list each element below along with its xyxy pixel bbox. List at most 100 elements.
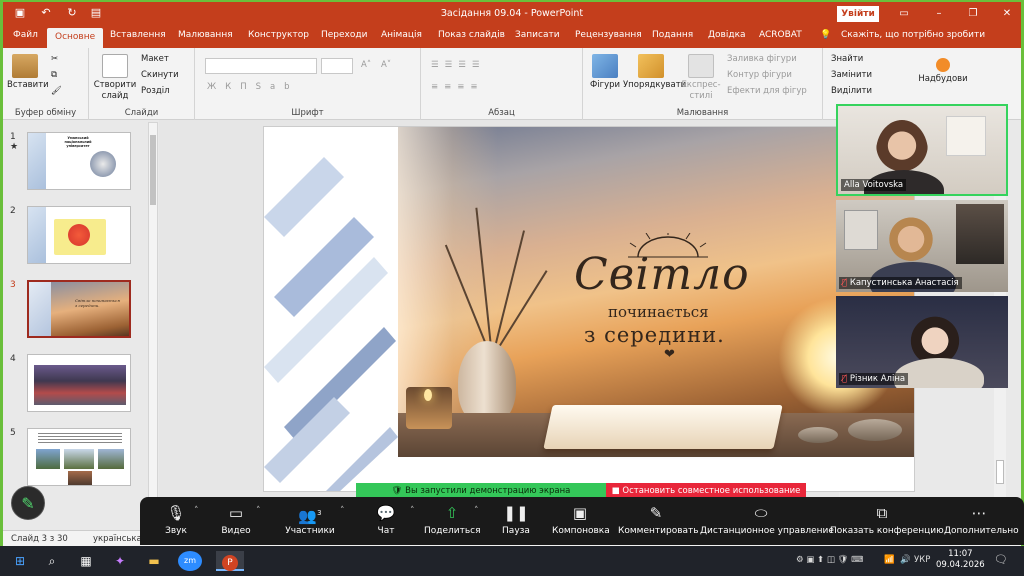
thumbnail-slide-4[interactable] xyxy=(27,354,131,412)
participants-count: 3 xyxy=(317,509,322,517)
thumb-photo xyxy=(64,449,94,469)
thumbnail-scrollbar[interactable] xyxy=(148,122,158,502)
maximize-button[interactable]: ❐ xyxy=(965,6,981,22)
font-style-icons[interactable]: ЖКПSab xyxy=(207,82,299,92)
ribbon-display-icon[interactable]: ▭ xyxy=(896,6,912,22)
new-slide-button[interactable]: Створити слайд xyxy=(93,54,137,102)
group-drawing: Фігури Упорядкувати Експрес-стилі Заливк… xyxy=(583,48,823,120)
thumbnail-slide-1[interactable]: Уманський національний університет xyxy=(27,132,131,190)
font-size-field[interactable] xyxy=(321,58,353,74)
sharing-status-text: Вы запустили демонстрацию экрана xyxy=(405,486,571,496)
tab-acrobat[interactable]: ACROBAT xyxy=(759,30,802,40)
zoom-app-icon[interactable]: zm xyxy=(178,551,202,571)
chevron-up-icon[interactable]: ˄ xyxy=(256,506,261,516)
video-tile-3[interactable]: 🎙̸ Різник Аліна xyxy=(836,296,1008,388)
paste-button[interactable]: Вставити xyxy=(7,54,49,91)
file-explorer-icon[interactable]: ▬ xyxy=(144,551,164,571)
video-button[interactable]: ▭ Видео ˄ xyxy=(216,503,260,536)
search-icon[interactable]: ⌕ xyxy=(42,551,62,571)
chevron-up-icon[interactable]: ˄ xyxy=(410,506,415,516)
shape-fill-button[interactable]: Заливка фігури xyxy=(727,54,797,64)
tell-me-search[interactable]: Скажіть, що потрібно зробити xyxy=(841,30,985,40)
close-button[interactable]: ✕ xyxy=(999,6,1015,22)
thumbnail-slide-3[interactable]: Світло починається з середини. xyxy=(27,280,131,338)
copy-icon[interactable]: ⧉ xyxy=(51,70,57,80)
tab-file[interactable]: Файл xyxy=(13,30,38,40)
chevron-up-icon[interactable]: ˄ xyxy=(340,506,345,516)
find-button[interactable]: Знайти xyxy=(831,54,863,64)
tab-draw[interactable]: Малювання xyxy=(178,30,233,40)
cut-icon[interactable]: ✂ xyxy=(51,54,58,64)
current-slide[interactable]: Світло починається з середини. ❤ xyxy=(263,126,915,492)
tab-view[interactable]: Подання xyxy=(652,30,693,40)
replace-button[interactable]: Замінити xyxy=(831,70,872,80)
tab-transitions[interactable]: Переходи xyxy=(321,30,367,40)
tab-home[interactable]: Основне xyxy=(47,28,104,48)
tab-record[interactable]: Записати xyxy=(515,30,560,40)
shapes-icon xyxy=(592,54,618,78)
format-painter-icon[interactable]: 🖌 xyxy=(51,86,62,96)
thumbnail-slide-5[interactable] xyxy=(27,428,131,486)
reset-button[interactable]: Скинути xyxy=(141,70,179,80)
remote-control-button[interactable]: ⬭ Дистанционное управление xyxy=(700,503,834,536)
tab-help[interactable]: Довідка xyxy=(708,30,746,40)
tab-review[interactable]: Рецензування xyxy=(575,30,642,40)
video-tile-1[interactable]: Alla Voitovska xyxy=(836,104,1008,196)
shape-outline-button[interactable]: Контур фігури xyxy=(727,70,792,80)
notifications-icon[interactable]: 🗨 xyxy=(994,553,1008,566)
arrange-button[interactable]: Упорядкувати xyxy=(623,54,686,91)
minimize-button[interactable]: – xyxy=(931,6,947,22)
tab-slideshow[interactable]: Показ слайдів xyxy=(438,30,505,40)
share-button[interactable]: ⇧ Поделиться ˄ xyxy=(424,503,481,536)
tab-insert[interactable]: Вставлення xyxy=(110,30,166,40)
participants-button[interactable]: 👥3 Участники ˄ xyxy=(280,503,344,536)
tray-icons[interactable]: ⚙ ▣ ⬆ ◫ 🛡 ⌨ xyxy=(796,555,863,565)
layout-button[interactable]: ▣ Компоновка xyxy=(552,503,610,536)
network-icon[interactable]: 📶 xyxy=(884,555,895,565)
font-name-field[interactable] xyxy=(205,58,317,74)
annotate-pencil-icon[interactable]: ✎ xyxy=(11,486,45,520)
audio-button[interactable]: 🎙 Звук ˄ xyxy=(156,503,199,536)
show-meeting-button[interactable]: ⧉ Показать конференцию xyxy=(830,503,944,536)
chevron-up-icon[interactable]: ˄ xyxy=(474,506,479,516)
scrollbar-thumb[interactable] xyxy=(996,460,1004,484)
thumb-number: 5 xyxy=(10,428,16,438)
remote-control-label: Дистанционное управление xyxy=(700,526,834,536)
copilot-icon[interactable]: ✦ xyxy=(110,551,130,571)
chevron-up-icon[interactable]: ˄ xyxy=(194,506,199,516)
new-slide-icon xyxy=(102,54,128,78)
keyboard-language[interactable]: УКР xyxy=(914,555,930,565)
layout-button[interactable]: Макет xyxy=(141,54,169,64)
shape-effects-button[interactable]: Ефекти для фігур xyxy=(727,86,807,96)
addins-label: Надбудови xyxy=(918,74,968,84)
align-icons[interactable]: ≡≡≡≡ xyxy=(431,82,484,92)
annotate-button[interactable]: ✎ Комментировать xyxy=(618,503,699,536)
candle-flame xyxy=(424,389,432,401)
scrollbar-thumb[interactable] xyxy=(150,135,156,205)
pause-button[interactable]: ❚❚ Пауза xyxy=(498,503,534,536)
windows-start-icon[interactable]: ⊞ xyxy=(10,551,30,571)
more-button[interactable]: ⋯ Дополнительно xyxy=(944,503,1019,536)
system-clock[interactable]: 11:07 09.04.2026 xyxy=(936,549,985,571)
language-indicator[interactable]: українська xyxy=(93,534,142,544)
thumbnail-slide-2[interactable] xyxy=(27,206,131,264)
addins-button[interactable]: Надбудови xyxy=(915,58,971,85)
shapes-button[interactable]: Фігури xyxy=(587,54,623,91)
video-tile-2[interactable]: 🎙̸ Капустинська Анастасія xyxy=(836,200,1008,292)
video-icon: ▭ xyxy=(228,504,244,522)
show-meeting-icon: ⧉ xyxy=(876,504,888,522)
select-button[interactable]: Виділити xyxy=(831,86,872,96)
tab-animations[interactable]: Анімація xyxy=(381,30,422,40)
quick-styles-button[interactable]: Експрес-стилі xyxy=(679,54,723,102)
tab-design[interactable]: Конструктор xyxy=(248,30,309,40)
annotate-icon: ✎ xyxy=(649,504,663,522)
list-icons[interactable]: ☰☰☰☰ xyxy=(431,60,485,70)
sign-in-button[interactable]: Увійти xyxy=(837,6,879,22)
powerpoint-taskbar-button[interactable]: P xyxy=(216,551,244,571)
section-button[interactable]: Розділ xyxy=(141,86,170,96)
task-view-icon[interactable]: ▦ xyxy=(76,551,96,571)
chat-button[interactable]: 💬 Чат ˄ xyxy=(368,503,415,536)
increase-font-icon[interactable]: A˄ xyxy=(361,60,371,70)
decrease-font-icon[interactable]: A˅ xyxy=(381,60,391,70)
volume-icon[interactable]: 🔊 xyxy=(900,555,911,565)
